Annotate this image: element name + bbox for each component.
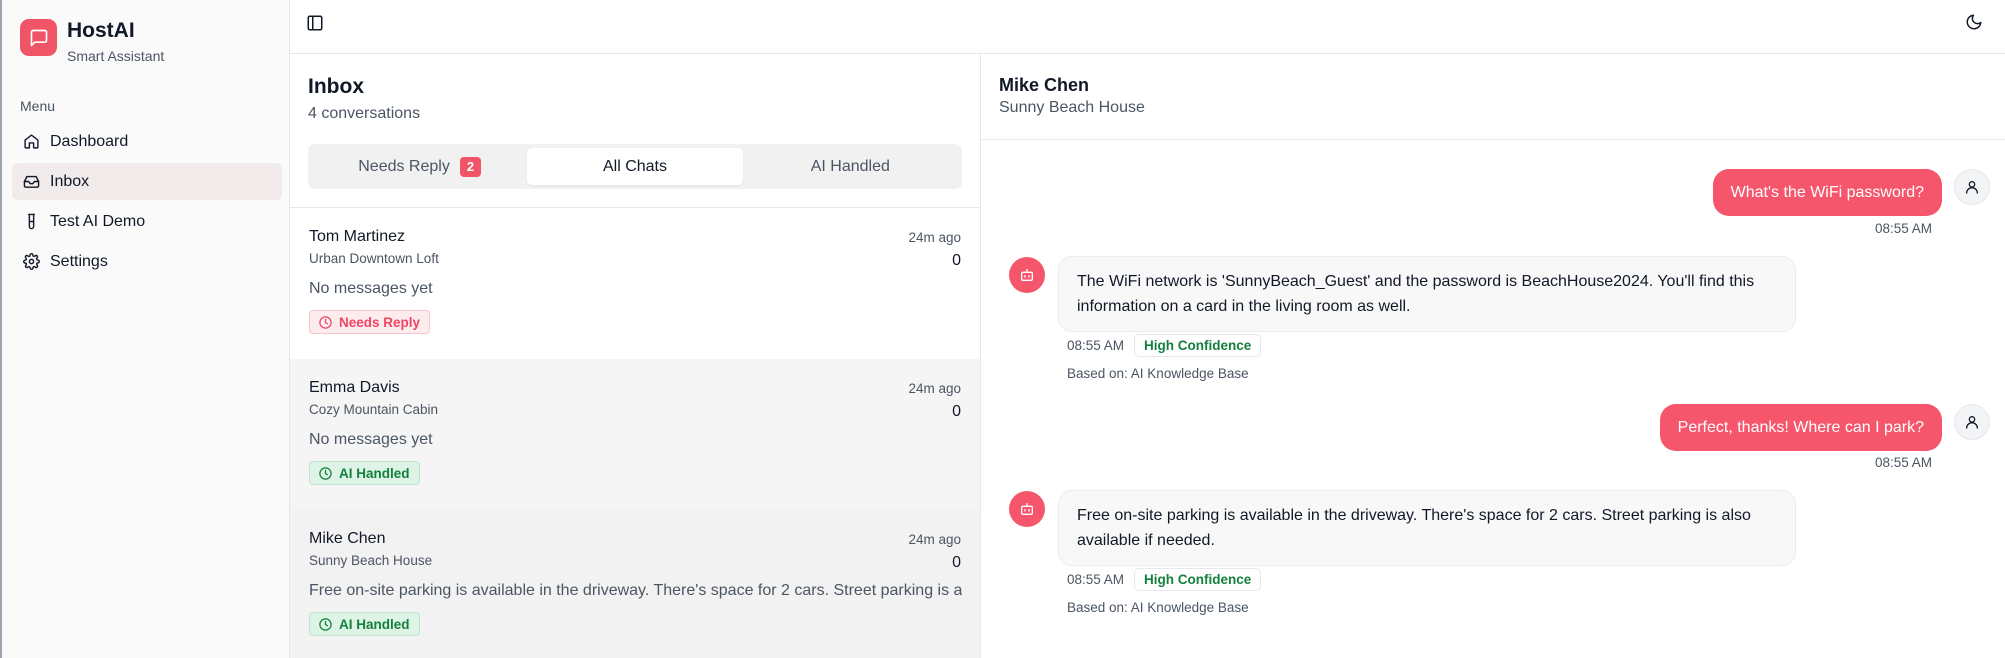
guest-name: Emma Davis	[309, 379, 400, 396]
guest-message: What's the WiFi password?	[1712, 169, 1942, 216]
sidebar-item-label: Settings	[50, 252, 108, 270]
gear-icon	[22, 253, 40, 271]
guest-name: Tom Martinez	[309, 228, 406, 245]
message-preview: No messages yet	[309, 431, 433, 448]
sidebar-toggle-icon[interactable]	[306, 14, 324, 32]
top-bar	[290, 0, 2005, 54]
guest-name: Mike Chen	[309, 530, 386, 547]
chat-panel: Mike Chen Sunny Beach House What's the W…	[981, 54, 2005, 658]
bot-icon	[1009, 491, 1045, 527]
chat-property-name: Sunny Beach House	[999, 99, 1145, 116]
ai-message: The WiFi network is 'SunnyBeach_Guest' a…	[1058, 256, 1796, 332]
ai-message: Free on-site parking is available in the…	[1058, 490, 1796, 566]
status-label: AI Handled	[339, 465, 410, 481]
ai-message-meta: 08:55 AM High Confidence	[1067, 334, 1262, 357]
user-icon	[1954, 169, 1990, 205]
tab-label: Needs Reply	[358, 157, 450, 175]
sidebar-item-label: Dashboard	[50, 132, 129, 150]
property-name: Sunny Beach House	[309, 553, 433, 568]
conversation-item[interactable]: Emma Davis Cozy Mountain Cabin 24m ago 0…	[290, 359, 980, 510]
inbox-icon	[22, 173, 40, 191]
status-badge: AI Handled	[309, 612, 420, 636]
sidebar-item-dashboard[interactable]: Dashboard	[12, 123, 282, 160]
tab-needs-reply[interactable]: Needs Reply 2	[312, 148, 527, 185]
inbox-title: Inbox	[308, 75, 364, 98]
source-label: Based on: AI Knowledge Base	[1067, 366, 1249, 381]
conversation-time: 24m ago	[908, 381, 961, 396]
test-tube-icon	[22, 213, 40, 231]
sidebar-nav: Dashboard Inbox Test AI Demo Settings	[12, 123, 282, 283]
conversation-count: 4 conversations	[308, 105, 421, 122]
property-name: Urban Downtown Loft	[309, 251, 439, 266]
needs-reply-count-badge: 2	[459, 156, 482, 177]
inbox-panel: Inbox 4 conversations Needs Reply 2 All …	[290, 54, 981, 658]
chat-header: Mike Chen Sunny Beach House	[981, 54, 2005, 140]
message-time: 08:55 AM	[1874, 221, 1932, 236]
sidebar-item-label: Inbox	[50, 172, 90, 190]
message-time: 08:55 AM	[1067, 338, 1125, 353]
ai-message-meta: 08:55 AM High Confidence	[1067, 568, 1262, 591]
bot-icon	[1009, 257, 1045, 293]
tab-label: AI Handled	[810, 157, 890, 175]
tab-label: All Chats	[602, 157, 667, 175]
sidebar-item-label: Test AI Demo	[50, 212, 146, 230]
status-badge: AI Handled	[309, 461, 420, 485]
home-icon	[22, 133, 40, 151]
inbox-filter-tabs: Needs Reply 2 All Chats AI Handled	[308, 144, 962, 189]
sidebar-item-settings[interactable]: Settings	[12, 243, 282, 280]
conversation-item-selected[interactable]: Mike Chen Sunny Beach House 24m ago 0 Fr…	[290, 510, 980, 658]
unread-count: 0	[952, 403, 961, 420]
property-name: Cozy Mountain Cabin	[309, 402, 439, 417]
app-subtitle: Smart Assistant	[67, 48, 165, 64]
message-time: 08:55 AM	[1874, 455, 1932, 470]
clock-icon	[319, 466, 332, 480]
sidebar-item-inbox[interactable]: Inbox	[12, 163, 282, 200]
sidebar-item-test-ai-demo[interactable]: Test AI Demo	[12, 203, 282, 240]
chat-bubble-logo-icon	[20, 19, 57, 56]
app-name: HostAI	[67, 19, 135, 42]
message-preview: Free on-site parking is available in the…	[309, 582, 962, 599]
status-badge: Needs Reply	[309, 310, 431, 334]
conversation-time: 24m ago	[908, 230, 961, 245]
status-label: AI Handled	[339, 616, 410, 632]
sidebar: HostAI Smart Assistant Menu Dashboard In…	[0, 0, 290, 658]
brand[interactable]: HostAI Smart Assistant	[20, 18, 164, 66]
message-time: 08:55 AM	[1067, 572, 1125, 587]
clock-icon	[319, 315, 332, 329]
source-label: Based on: AI Knowledge Base	[1067, 600, 1249, 615]
conversation-time: 24m ago	[908, 532, 961, 547]
tab-ai-handled[interactable]: AI Handled	[743, 148, 958, 185]
status-label: Needs Reply	[339, 314, 421, 330]
confidence-badge: High Confidence	[1134, 568, 1262, 591]
menu-label: Menu	[20, 98, 56, 114]
confidence-badge: High Confidence	[1134, 334, 1262, 357]
unread-count: 0	[952, 554, 961, 571]
clock-icon	[319, 617, 332, 631]
chat-guest-name: Mike Chen	[999, 75, 1090, 95]
message-preview: No messages yet	[309, 280, 433, 297]
moon-icon[interactable]	[1965, 13, 1985, 33]
conversation-list: Tom Martinez Urban Downtown Loft 24m ago…	[290, 207, 980, 658]
user-icon	[1954, 404, 1990, 440]
conversation-item[interactable]: Tom Martinez Urban Downtown Loft 24m ago…	[290, 208, 980, 359]
guest-message: Perfect, thanks! Where can I park?	[1659, 404, 1942, 451]
tab-all-chats[interactable]: All Chats	[527, 148, 743, 185]
unread-count: 0	[952, 252, 961, 269]
